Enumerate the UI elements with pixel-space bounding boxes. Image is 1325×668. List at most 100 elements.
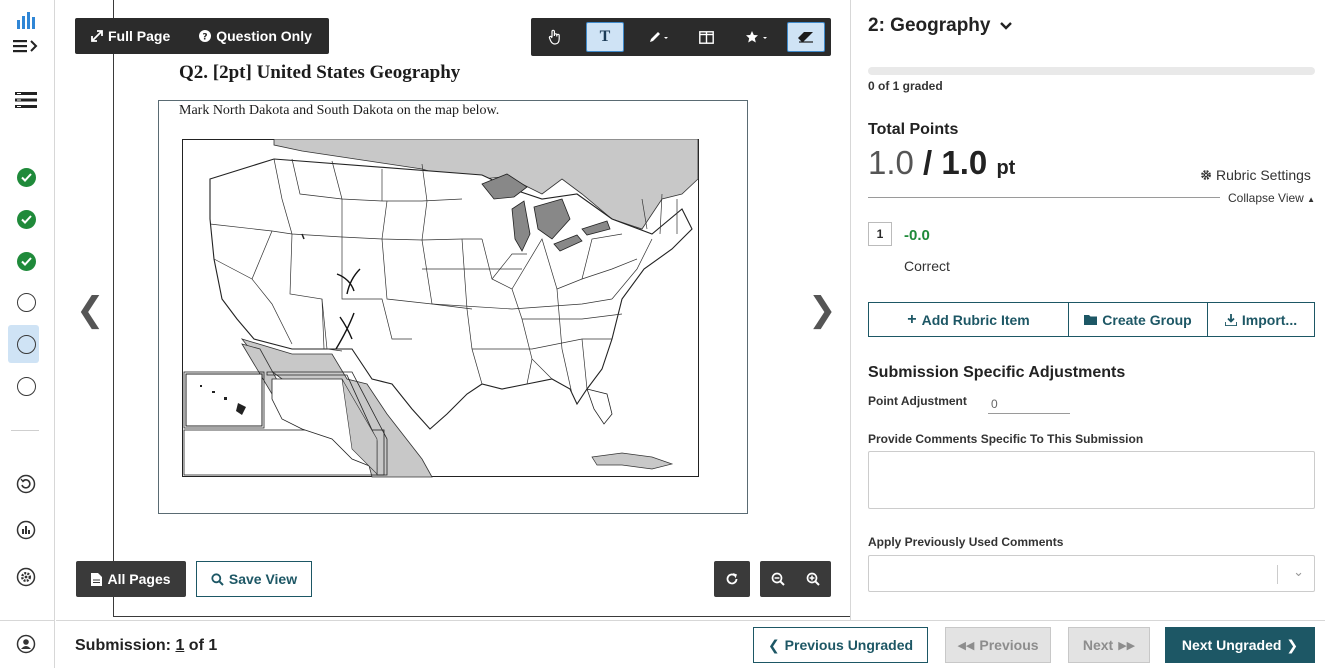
create-group-label: Create Group [1102, 311, 1192, 328]
regrade-icon[interactable] [11, 469, 41, 499]
question-selector-label: 2: Geography [868, 15, 991, 36]
rubric-settings-label: Rubric Settings [1216, 167, 1311, 183]
view-toggle-group: Full Page ? Question Only [75, 18, 329, 54]
create-group-button[interactable]: Create Group [1069, 303, 1208, 336]
question-circle-icon: ? [199, 30, 212, 43]
gear-icon [1201, 170, 1211, 180]
point-adjustment-input[interactable] [988, 394, 1070, 414]
eraser-tool-button[interactable] [787, 22, 825, 52]
collapse-view-button[interactable]: Collapse View ▲ [1228, 191, 1315, 205]
zoom-in-button[interactable] [796, 572, 831, 586]
rail-bottom-border [0, 620, 55, 621]
apply-comments-select[interactable]: ⌄ [868, 555, 1315, 592]
zoom-out-button[interactable] [761, 572, 796, 586]
import-label: Import... [1241, 311, 1298, 328]
chevron-left-icon: ❮ [767, 636, 780, 653]
comments-textarea[interactable] [868, 451, 1315, 509]
rubric-settings-button[interactable]: Rubric Settings [1200, 167, 1311, 183]
submission-counter: Submission: 1 of 1 [75, 637, 217, 655]
question-3-status-icon[interactable] [11, 246, 41, 276]
rubric-item-points[interactable]: -0.0 [904, 227, 930, 244]
previous-button[interactable]: ◀◀ Previous [945, 627, 1051, 663]
next-label: Next [1082, 637, 1114, 653]
annotation-toolbar: T [531, 18, 831, 56]
collapse-view-label: Collapse View [1228, 191, 1304, 205]
total-points-label: Total Points [868, 121, 959, 138]
save-view-button[interactable]: Save View [196, 561, 312, 597]
search-icon [211, 572, 224, 586]
double-left-icon: ◀◀ [957, 639, 975, 652]
chevron-down-icon: ⌄ [1293, 564, 1304, 579]
expand-menu-icon[interactable] [11, 31, 41, 61]
next-button[interactable]: Next ▶▶ [1068, 627, 1150, 663]
add-rubric-item-button[interactable]: + Add Rubric Item [869, 303, 1069, 336]
svg-text:?: ? [203, 33, 208, 43]
previous-label: Previous [979, 637, 1039, 653]
question-instruction: Mark North Dakota and South Dakota on th… [179, 103, 500, 118]
user-account-icon[interactable] [11, 629, 41, 659]
star-tool-button[interactable] [734, 22, 780, 52]
question-6-status-icon[interactable] [11, 371, 41, 401]
submission-prefix: Submission: [75, 637, 176, 654]
pencil-icon [650, 32, 668, 42]
us-map-image [182, 139, 699, 478]
file-icon [91, 572, 103, 586]
score-value: 1.0 [868, 144, 914, 181]
apply-comments-label: Apply Previously Used Comments [868, 535, 1064, 549]
caret-up-icon: ▲ [1307, 195, 1316, 204]
statistics-icon[interactable] [11, 515, 41, 545]
question-title: Q2. [2pt] United States Geography [179, 62, 461, 83]
left-rail [0, 0, 55, 668]
grading-app: Full Page ? Question Only T Q2. [2pt] Un… [0, 0, 1325, 668]
bottom-navigation-bar: Submission: 1 of 1 ❮ Previous Ungraded ◀… [56, 620, 1325, 668]
hand-pointer-icon [548, 29, 560, 45]
rubric-item-hotkey[interactable]: 1 [868, 222, 892, 246]
question-selector[interactable]: 2: Geography [868, 15, 1013, 37]
split-view-button[interactable] [687, 22, 725, 52]
next-ungraded-label: Next Ungraded [1181, 637, 1282, 653]
pointer-tool-button[interactable] [536, 22, 574, 52]
question-only-label: Question Only [216, 28, 312, 44]
chevron-right-icon: ❯ [1286, 636, 1299, 653]
question-5-status-icon[interactable] [11, 329, 41, 359]
zoom-out-icon [771, 572, 785, 586]
zoom-controls [760, 561, 831, 597]
previous-page-arrow[interactable]: ❮ [76, 290, 105, 330]
grading-panel: 2: Geography 0 of 1 graded Total Points … [852, 0, 1325, 620]
plus-icon: + [907, 310, 917, 328]
question-4-status-icon[interactable] [11, 287, 41, 317]
next-ungraded-button[interactable]: Next Ungraded ❯ [1165, 627, 1315, 663]
text-t-icon: T [599, 28, 611, 45]
rubric-actions: + Add Rubric Item Create Group Import... [868, 302, 1315, 337]
all-pages-button[interactable]: All Pages [76, 561, 186, 597]
grading-progress-bar [868, 67, 1315, 75]
eraser-icon [798, 32, 813, 43]
rubric-item-description[interactable]: Correct [904, 258, 950, 274]
settings-gear-icon[interactable] [11, 562, 41, 592]
select-separator [1277, 565, 1278, 584]
point-adjustment-label: Point Adjustment [868, 394, 967, 408]
download-icon [1224, 313, 1237, 326]
add-rubric-item-label: Add Rubric Item [921, 311, 1030, 328]
submission-suffix: of 1 [184, 637, 218, 654]
import-button[interactable]: Import... [1208, 303, 1314, 336]
previous-ungraded-button[interactable]: ❮ Previous Ungraded [753, 627, 928, 663]
graded-status: 0 of 1 graded [868, 79, 943, 93]
rotate-button[interactable] [714, 561, 750, 597]
save-view-label: Save View [228, 571, 298, 587]
all-pages-label: All Pages [107, 571, 171, 587]
full-page-button[interactable]: Full Page [75, 18, 182, 54]
text-tool-button[interactable]: T [586, 22, 624, 52]
folder-icon [1084, 315, 1098, 325]
question-2-status-icon[interactable] [11, 204, 41, 234]
question-list-icon[interactable] [11, 85, 41, 115]
pen-tool-button[interactable] [636, 22, 682, 52]
total-points-value: 1.0 / 1.0 pt [868, 144, 1016, 181]
question-1-status-icon[interactable] [11, 162, 41, 192]
score-unit: pt [996, 157, 1016, 179]
question-only-button[interactable]: ? Question Only [187, 18, 324, 54]
previous-ungraded-label: Previous Ungraded [784, 637, 914, 653]
next-page-arrow[interactable]: ❯ [808, 290, 837, 330]
comments-label: Provide Comments Specific To This Submis… [868, 432, 1144, 446]
star-icon [746, 31, 767, 43]
